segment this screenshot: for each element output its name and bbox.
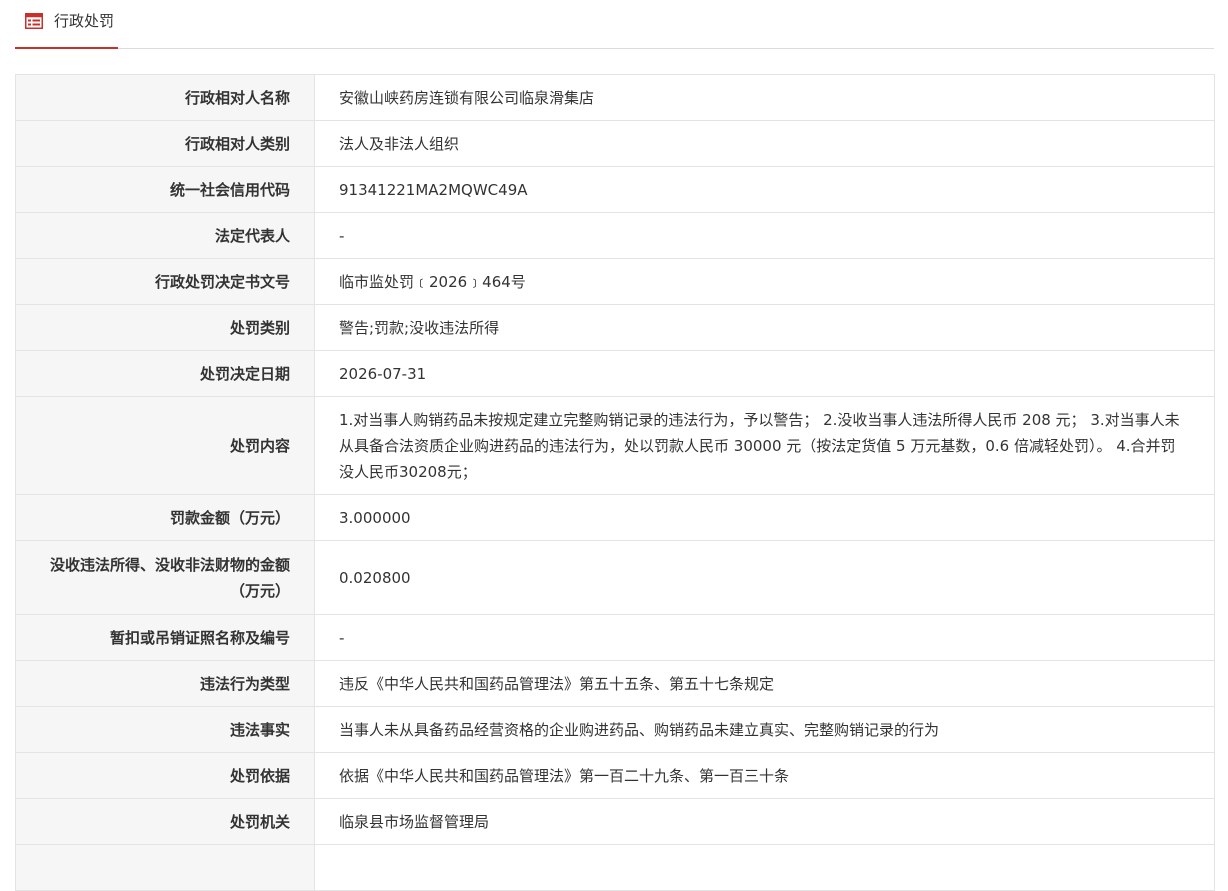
section-header: 行政处罚 [15,0,1214,49]
field-value: 3.000000 [314,494,1215,541]
field-value: 0.020800 [314,540,1215,615]
field-value [314,844,1215,891]
table-row: 处罚决定日期 2026-07-31 [15,350,1215,397]
field-value: 警告;罚款;没收违法所得 [314,304,1215,351]
field-label: 行政相对人名称 [15,74,315,121]
field-label: 暂扣或吊销证照名称及编号 [15,614,315,661]
field-label: 处罚机关 [15,798,315,845]
field-label: 法定代表人 [15,212,315,259]
table-row [15,844,1215,891]
table-row: 统一社会信用代码 91341221MA2MQWC49A [15,166,1215,213]
field-value: 安徽山峡药房连锁有限公司临泉滑集店 [314,74,1215,121]
field-label: 违法行为类型 [15,660,315,707]
penalty-info-table: 行政相对人名称 安徽山峡药房连锁有限公司临泉滑集店 行政相对人类别 法人及非法人… [15,74,1215,891]
field-value: - [314,614,1215,661]
table-row: 罚款金额（万元） 3.000000 [15,494,1215,541]
field-value: 法人及非法人组织 [314,120,1215,167]
field-value: 依据《中华人民共和国药品管理法》第一百二十九条、第一百三十条 [314,752,1215,799]
table-row: 行政相对人类别 法人及非法人组织 [15,120,1215,167]
field-label: 处罚决定日期 [15,350,315,397]
field-value: 违反《中华人民共和国药品管理法》第五十五条、第五十七条规定 [314,660,1215,707]
field-label: 行政相对人类别 [15,120,315,167]
field-label: 统一社会信用代码 [15,166,315,213]
tab-administrative-penalty[interactable]: 行政处罚 [15,0,118,49]
table-row: 行政相对人名称 安徽山峡药房连锁有限公司临泉滑集店 [15,74,1215,121]
field-value: 当事人未从具备药品经营资格的企业购进药品、购销药品未建立真实、完整购销记录的行为 [314,706,1215,753]
field-value: - [314,212,1215,259]
field-label: 处罚依据 [15,752,315,799]
field-value: 2026-07-31 [314,350,1215,397]
field-label: 违法事实 [15,706,315,753]
field-label: 罚款金额（万元） [15,494,315,541]
table-row: 违法行为类型 违反《中华人民共和国药品管理法》第五十五条、第五十七条规定 [15,660,1215,707]
field-value: 91341221MA2MQWC49A [314,166,1215,213]
field-value: 临市监处罚﹝2026﹞464号 [314,258,1215,305]
field-label [15,844,315,891]
field-label: 处罚类别 [15,304,315,351]
field-value: 1.对当事人购销药品未按规定建立完整购销记录的违法行为，予以警告； 2.没收当事… [314,396,1215,495]
table-row: 处罚内容 1.对当事人购销药品未按规定建立完整购销记录的违法行为，予以警告； 2… [15,396,1215,495]
field-label: 行政处罚决定书文号 [15,258,315,305]
field-value: 临泉县市场监督管理局 [314,798,1215,845]
field-label: 处罚内容 [15,396,315,495]
table-row: 没收违法所得、没收非法财物的金额（万元） 0.020800 [15,540,1215,615]
table-row: 行政处罚决定书文号 临市监处罚﹝2026﹞464号 [15,258,1215,305]
table-row: 暂扣或吊销证照名称及编号 - [15,614,1215,661]
document-list-icon [25,13,43,29]
field-label: 没收违法所得、没收非法财物的金额（万元） [15,540,315,615]
table-row: 违法事实 当事人未从具备药品经营资格的企业购进药品、购销药品未建立真实、完整购销… [15,706,1215,753]
table-row: 处罚依据 依据《中华人民共和国药品管理法》第一百二十九条、第一百三十条 [15,752,1215,799]
table-row: 法定代表人 - [15,212,1215,259]
table-row: 处罚类别 警告;罚款;没收违法所得 [15,304,1215,351]
table-row: 处罚机关 临泉县市场监督管理局 [15,798,1215,845]
section-title: 行政处罚 [54,12,115,30]
